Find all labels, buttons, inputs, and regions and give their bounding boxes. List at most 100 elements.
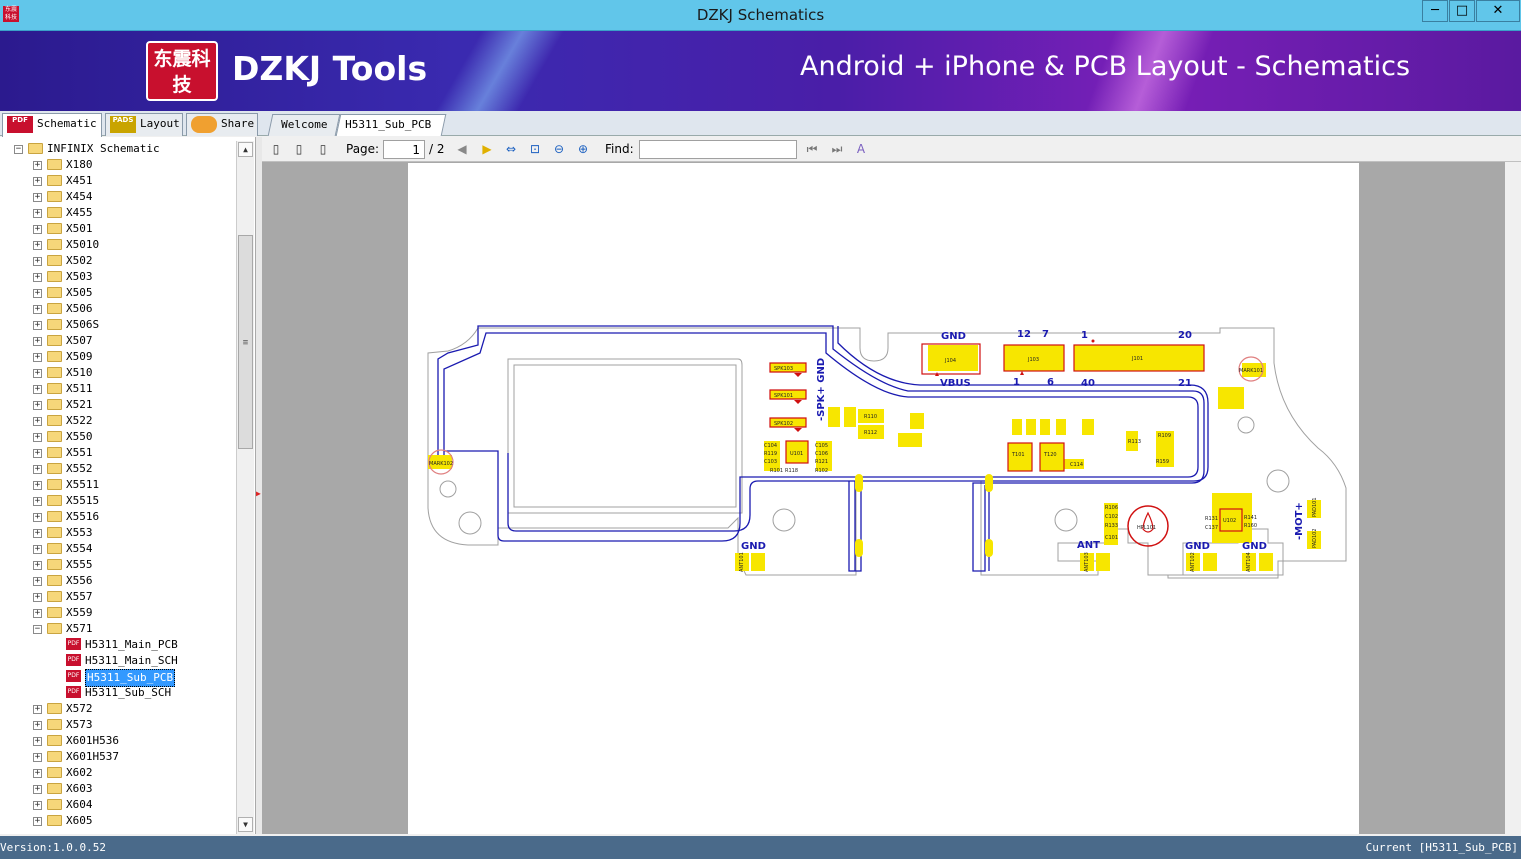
tree-folder-item[interactable]: + X554 (0, 541, 234, 557)
scroll-thumb[interactable]: ≡ (238, 235, 253, 449)
collapse-icon[interactable]: − (33, 625, 42, 634)
tree-folder-item[interactable]: + X455 (0, 205, 234, 221)
find-next-icon[interactable]: ⏭ (829, 141, 845, 157)
document-viewer[interactable]: GND VBUS 12 7 1 20 1 6 40 21 GND ANT GND… (262, 162, 1505, 834)
expand-icon[interactable]: + (33, 401, 42, 410)
tree-folder-item[interactable]: + X573 (0, 717, 234, 733)
tree-folder-item[interactable]: + X521 (0, 397, 234, 413)
next-page-icon[interactable]: ▶ (479, 141, 495, 157)
expand-icon[interactable]: + (33, 161, 42, 170)
tree-file-item[interactable]: PDF H5311_Sub_SCH (0, 685, 234, 701)
continuous-page-icon[interactable]: ▯ (315, 141, 331, 157)
tree-folder-item[interactable]: + X602 (0, 765, 234, 781)
single-page-icon[interactable]: ▯ (268, 141, 284, 157)
tree-folder-item[interactable]: + X505 (0, 285, 234, 301)
tree-file-item[interactable]: PDF H5311_Main_PCB (0, 637, 234, 653)
expand-icon[interactable]: + (33, 801, 42, 810)
tree-folder-item[interactable]: + X5516 (0, 509, 234, 525)
double-page-icon[interactable]: ▯ (291, 141, 307, 157)
maximize-button[interactable]: □ (1449, 0, 1475, 22)
highlight-text-icon[interactable]: A (853, 141, 869, 157)
doc-tab-welcome[interactable]: Welcome (267, 114, 341, 136)
expand-icon[interactable]: + (33, 385, 42, 394)
expand-icon[interactable]: + (33, 721, 42, 730)
expand-icon[interactable]: + (33, 273, 42, 282)
expand-icon[interactable]: + (33, 225, 42, 234)
tree-folder-item[interactable]: + X522 (0, 413, 234, 429)
expand-icon[interactable]: + (33, 353, 42, 362)
tree-folder-item[interactable]: + X510 (0, 365, 234, 381)
expand-icon[interactable]: + (33, 193, 42, 202)
tree-folder-item[interactable]: + X557 (0, 589, 234, 605)
tree-folder-item[interactable]: + X503 (0, 269, 234, 285)
tab-schematic[interactable]: PDF Schematic (2, 113, 102, 137)
tree-folder-item[interactable]: + X601H537 (0, 749, 234, 765)
tree-folder-item[interactable]: + X605 (0, 813, 234, 829)
expand-icon[interactable]: + (33, 481, 42, 490)
expand-icon[interactable]: + (33, 369, 42, 378)
tree-file-item[interactable]: PDF H5311_Main_SCH (0, 653, 234, 669)
expand-icon[interactable]: + (33, 417, 42, 426)
tree-folder-item[interactable]: + X509 (0, 349, 234, 365)
tree-scrollbar[interactable]: ▲ ≡ ▼ (236, 141, 254, 834)
expand-icon[interactable]: + (33, 769, 42, 778)
expand-icon[interactable]: + (33, 337, 42, 346)
tree-folder-item[interactable]: + X553 (0, 525, 234, 541)
tree-folder-item[interactable]: + X502 (0, 253, 234, 269)
expand-icon[interactable]: + (33, 705, 42, 714)
tree-folder-item[interactable]: + X5515 (0, 493, 234, 509)
tree-folder-item[interactable]: + X454 (0, 189, 234, 205)
tree-folder-item[interactable]: + X5511 (0, 477, 234, 493)
close-button[interactable]: ✕ (1476, 0, 1520, 22)
scroll-up-icon[interactable]: ▲ (238, 142, 253, 157)
doc-tab-h5311-sub-pcb[interactable]: H5311_Sub_PCB✕ (335, 114, 447, 151)
expand-icon[interactable]: + (33, 305, 42, 314)
tree-folder-item[interactable]: + X550 (0, 429, 234, 445)
expand-icon[interactable]: + (33, 449, 42, 458)
scroll-down-icon[interactable]: ▼ (238, 817, 253, 832)
tree-folder-item[interactable]: + X180 (0, 157, 234, 173)
expand-icon[interactable]: + (33, 177, 42, 186)
expand-icon[interactable]: + (33, 433, 42, 442)
expand-icon[interactable]: + (33, 561, 42, 570)
page-input[interactable] (383, 140, 425, 159)
expand-icon[interactable]: + (33, 257, 42, 266)
tab-share[interactable]: ☁ Share (186, 113, 258, 136)
tree-folder-item[interactable]: + X511 (0, 381, 234, 397)
expand-icon[interactable]: + (33, 209, 42, 218)
tree-folder-item[interactable]: + X559 (0, 605, 234, 621)
expand-icon[interactable]: + (33, 545, 42, 554)
minimize-button[interactable]: ─ (1422, 0, 1448, 22)
tree-folder-item[interactable]: + X551 (0, 445, 234, 461)
tree-folder-item[interactable]: + X601H536 (0, 733, 234, 749)
tree-folder-item[interactable]: + X552 (0, 461, 234, 477)
tree-folder-item[interactable]: − X571 (0, 621, 234, 637)
expand-icon[interactable]: + (33, 817, 42, 826)
expand-icon[interactable]: + (33, 497, 42, 506)
expand-icon[interactable]: + (33, 577, 42, 586)
expand-icon[interactable]: + (33, 321, 42, 330)
expand-icon[interactable]: + (33, 609, 42, 618)
tree-root-item[interactable]: − INFINIX Schematic (0, 141, 234, 157)
fit-page-icon[interactable]: ⊡ (527, 141, 543, 157)
fit-width-icon[interactable]: ⇔ (503, 141, 519, 157)
zoom-out-icon[interactable]: ⊖ (551, 141, 567, 157)
expand-icon[interactable]: + (33, 289, 42, 298)
tree-folder-item[interactable]: + X506S (0, 317, 234, 333)
expand-icon[interactable]: + (33, 737, 42, 746)
tree-folder-item[interactable]: + X5010 (0, 237, 234, 253)
find-input[interactable] (639, 140, 797, 159)
expand-icon[interactable]: + (33, 465, 42, 474)
tab-layout[interactable]: PADS Layout (105, 113, 183, 136)
tree-folder-item[interactable]: + X556 (0, 573, 234, 589)
tree-folder-item[interactable]: + X507 (0, 333, 234, 349)
expand-icon[interactable]: + (33, 593, 42, 602)
tree-folder-item[interactable]: + X572 (0, 701, 234, 717)
tree-folder-item[interactable]: + X604 (0, 797, 234, 813)
expand-icon[interactable]: + (33, 753, 42, 762)
tree-folder-item[interactable]: + X451 (0, 173, 234, 189)
tree-folder-item[interactable]: + X603 (0, 781, 234, 797)
expand-icon[interactable]: + (33, 241, 42, 250)
tree-file-item[interactable]: PDF H5311_Sub_PCB (0, 669, 234, 687)
tree-folder-item[interactable]: + X506 (0, 301, 234, 317)
